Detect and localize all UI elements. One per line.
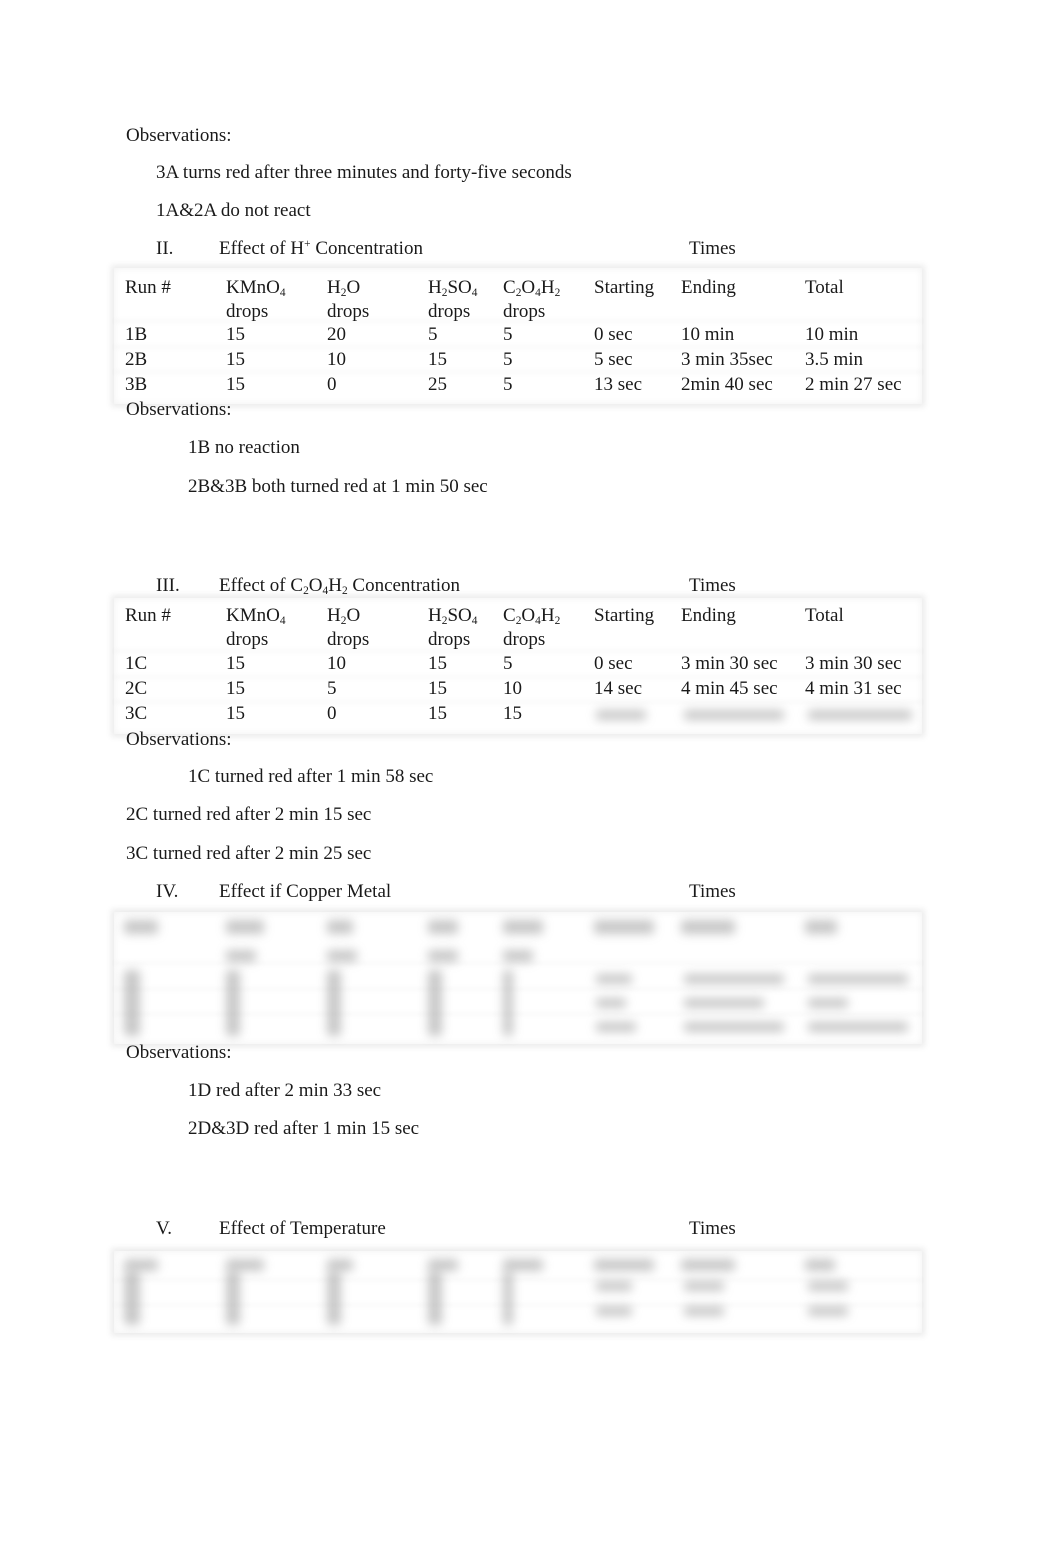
cell-h2o: 0 xyxy=(327,703,337,724)
observation-item: 2D&3D red after 1 min 15 sec xyxy=(188,1118,420,1139)
observation-item: 1D red after 2 min 33 sec xyxy=(188,1080,382,1101)
copper-metal-table-redacted xyxy=(114,912,922,1044)
header-run: Run # xyxy=(125,605,171,626)
header-ending: Ending xyxy=(681,277,736,298)
cell-c2o4h2: 5 xyxy=(503,653,513,674)
cell-starting: 0 sec xyxy=(594,653,633,674)
cell-h2so4: 15 xyxy=(428,703,447,724)
h-concentration-table: Run # KMnO4 drops H2O drops H2SO4 drops C2O… xyxy=(114,268,922,404)
section-number: II. xyxy=(156,238,174,259)
cell-run: 1C xyxy=(125,653,148,674)
section-title: Effect of H+ Concentration xyxy=(219,238,423,259)
observation-item: 3C turned red after 2 min 25 sec xyxy=(126,843,372,864)
cell-ending: 4 min 45 sec xyxy=(681,678,778,699)
observations-label: Observations: xyxy=(126,1042,232,1063)
cell-h2so4: 15 xyxy=(428,653,447,674)
cell-kmno4: 15 xyxy=(226,653,245,674)
header-total: Total xyxy=(805,277,844,298)
cell-c2o4h2: 15 xyxy=(503,703,522,724)
cell-starting: 14 sec xyxy=(594,678,643,699)
observation-item: 2B&3B both turned red at 1 min 50 sec xyxy=(188,476,488,497)
redacted-cell xyxy=(684,710,784,720)
cell-h2so4: 15 xyxy=(428,678,447,699)
cell-ending: 2min 40 sec xyxy=(681,374,773,395)
header-starting: Starting xyxy=(594,277,655,298)
observation-item: 1C turned red after 1 min 58 sec xyxy=(188,766,434,787)
section-number: V. xyxy=(156,1218,173,1239)
section-number: IV. xyxy=(156,881,179,902)
cell-starting: 0 sec xyxy=(594,324,633,345)
cell-kmno4: 15 xyxy=(226,374,245,395)
header-c2o4h2: C2O4H2 drops xyxy=(503,277,561,322)
cell-kmno4: 15 xyxy=(226,324,245,345)
section-heading-temperature: V. Effect of Temperature Times xyxy=(0,1217,1062,1241)
section-number: III. xyxy=(156,575,180,596)
observation-item: 1A&2A do not react xyxy=(156,200,311,221)
cell-h2so4: 25 xyxy=(428,374,447,395)
cell-h2o: 10 xyxy=(327,349,346,370)
times-label: Times xyxy=(689,881,736,902)
header-kmno4: KMnO4 drops xyxy=(226,605,286,650)
observation-item: 2C turned red after 2 min 15 sec xyxy=(126,804,372,825)
header-kmno4: KMnO4 drops xyxy=(226,277,286,322)
section-title: Effect of Temperature xyxy=(219,1218,386,1239)
cell-total: 10 min xyxy=(805,324,859,345)
cell-h2o: 0 xyxy=(327,374,337,395)
observation-item: 1B no reaction xyxy=(188,437,300,458)
cell-kmno4: 15 xyxy=(226,703,245,724)
cell-c2o4h2: 5 xyxy=(503,349,513,370)
temperature-table-redacted xyxy=(114,1251,922,1333)
header-run: Run # xyxy=(125,277,171,298)
cell-c2o4h2: 5 xyxy=(503,324,513,345)
cell-run: 2C xyxy=(125,678,148,699)
cell-ending: 3 min 30 sec xyxy=(681,653,778,674)
cell-h2so4: 15 xyxy=(428,349,447,370)
cell-c2o4h2: 5 xyxy=(503,374,513,395)
cell-total: 4 min 31 sec xyxy=(805,678,902,699)
cell-run: 1B xyxy=(125,324,148,345)
section-title: Effect of C2O4H2 Concentration xyxy=(219,575,461,597)
observation-item: 3A turns red after three minutes and for… xyxy=(156,162,572,183)
section-heading-c2o4h2-concentration: III. Effect of C2O4H2 Concentration Time… xyxy=(0,574,1062,598)
cell-total: 2 min 27 sec xyxy=(805,374,902,395)
observations-label: Observations: xyxy=(126,399,232,420)
header-h2so4: H2SO4 drops xyxy=(428,277,478,322)
cell-total: 3 min 30 sec xyxy=(805,653,902,674)
cell-ending: 3 min 35sec xyxy=(681,349,773,370)
cell-h2o: 5 xyxy=(327,678,337,699)
cell-run: 2B xyxy=(125,349,148,370)
header-h2o: H2O drops xyxy=(327,605,370,650)
observations-label: Observations: xyxy=(126,125,232,146)
cell-starting: 5 sec xyxy=(594,349,633,370)
cell-run: 3B xyxy=(125,374,148,395)
redacted-cell xyxy=(596,710,646,720)
cell-total: 3.5 min xyxy=(805,349,864,370)
header-c2o4h2: C2O4H2 drops xyxy=(503,605,561,650)
header-total: Total xyxy=(805,605,844,626)
times-label: Times xyxy=(689,1218,736,1239)
header-ending: Ending xyxy=(681,605,736,626)
section-heading-h-concentration: II. Effect of H+ Concentration Times xyxy=(0,237,1062,261)
cell-c2o4h2: 10 xyxy=(503,678,522,699)
cell-kmno4: 15 xyxy=(226,349,245,370)
header-h2o: H2O drops xyxy=(327,277,370,322)
section-heading-copper-metal: IV. Effect if Copper Metal Times xyxy=(0,880,1062,904)
times-label: Times xyxy=(689,238,736,259)
times-label: Times xyxy=(689,575,736,596)
observations-label: Observations: xyxy=(126,729,232,750)
cell-kmno4: 15 xyxy=(226,678,245,699)
cell-h2so4: 5 xyxy=(428,324,438,345)
header-starting: Starting xyxy=(594,605,655,626)
cell-h2o: 10 xyxy=(327,653,346,674)
section-title: Effect if Copper Metal xyxy=(219,881,392,902)
redacted-cell xyxy=(808,710,912,720)
header-h2so4: H2SO4 drops xyxy=(428,605,478,650)
cell-ending: 10 min xyxy=(681,324,735,345)
cell-starting: 13 sec xyxy=(594,374,643,395)
cell-h2o: 20 xyxy=(327,324,346,345)
cell-run: 3C xyxy=(125,703,148,724)
c2o4h2-concentration-table: Run # KMnO4 drops H2O drops H2SO4 drops C2O… xyxy=(114,598,922,734)
